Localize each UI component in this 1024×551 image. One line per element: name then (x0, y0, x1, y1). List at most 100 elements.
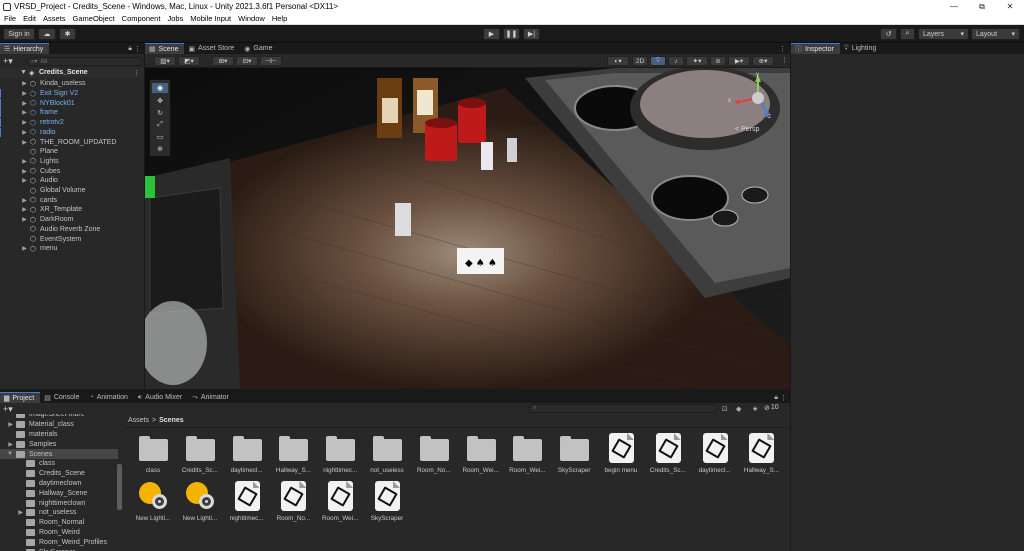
scene-asset[interactable]: Credits_Sc... (646, 433, 690, 474)
folder-asset[interactable]: class (131, 433, 175, 474)
tab-inspector[interactable]: ⓘ Inspector (791, 43, 840, 54)
project-tree-item[interactable]: Hallway_Scene (0, 488, 118, 498)
scene-root-row[interactable]: ▼ ◈ Credits_Scene ⋮ (0, 68, 144, 78)
tab-game[interactable]: ◉ Game (240, 43, 278, 54)
hierarchy-item[interactable]: ▶ ⬡ THE_ROOM_UPDATED (0, 137, 116, 147)
tab-project[interactable]: ▆ Project (0, 392, 41, 403)
hierarchy-item[interactable]: ▶ ⬡ menu (0, 244, 57, 254)
scene-asset[interactable]: Room_Wei... (318, 481, 362, 522)
project-tree-item[interactable]: ▶ Samples (0, 439, 118, 449)
kebab-menu-icon[interactable]: ⋮ (780, 394, 787, 402)
project-tree-item[interactable]: ▶ not_useless (0, 508, 118, 518)
expand-arrow-icon[interactable]: ▶ (20, 100, 29, 107)
expand-arrow-icon[interactable]: ▶ (20, 119, 29, 126)
project-tree-item[interactable]: ▼ Scenes (0, 449, 118, 459)
audio-toggle-icon[interactable]: ♪ (668, 56, 684, 66)
expand-arrow-icon[interactable]: ▶ (20, 158, 29, 165)
project-tree-item[interactable]: Room_Weird (0, 528, 118, 538)
menu-mobile-input[interactable]: Mobile Input (190, 14, 231, 23)
layout-dropdown[interactable]: Layout ▾ (971, 28, 1020, 40)
folder-asset[interactable]: Room_Wei... (505, 433, 549, 474)
project-tree-item[interactable]: nighttimeclown (0, 498, 118, 508)
menu-file[interactable]: File (4, 14, 16, 23)
kebab-menu-icon[interactable]: ⋮ (779, 45, 786, 53)
scene-asset[interactable]: begin menu (599, 433, 643, 474)
tab-console[interactable]: ▤ Console (40, 392, 85, 403)
expand-arrow-icon[interactable]: ▶ (20, 206, 29, 213)
render-mode-icon[interactable]: ◐▾ (607, 56, 629, 66)
scene-orientation-gizmo[interactable]: y x z < Persp (725, 72, 787, 142)
cloud-icon[interactable]: ☁ (38, 28, 56, 40)
search-by-label-icon[interactable]: ◆ (736, 405, 741, 413)
effects-icon[interactable]: ✦▾ (686, 56, 708, 66)
hierarchy-item[interactable]: ▶ ⬡ retrotv2 (0, 118, 64, 128)
tab-audio-mixer[interactable]: 🔉︎ Audio Mixer (134, 392, 188, 403)
hierarchy-item[interactable]: ▶ ⬡ XR_Template (0, 205, 82, 215)
hierarchy-item[interactable]: ⬡ Plane (0, 147, 58, 157)
project-tree-item[interactable]: Credits_Scene (0, 469, 118, 479)
project-tree-item[interactable]: materials (0, 430, 118, 440)
sign-in-button[interactable]: Sign in (3, 28, 35, 40)
move-tool-icon[interactable]: ✥ (152, 96, 168, 106)
menu-assets[interactable]: Assets (43, 14, 66, 23)
snap-settings-icon[interactable]: ⊣⊢ (260, 56, 282, 66)
camera-settings-icon[interactable]: ▶▾ (728, 56, 750, 66)
favorite-star-icon[interactable]: ★ (752, 405, 758, 413)
lighting-asset[interactable]: New Lighti... (131, 481, 175, 522)
draw-mode-icon[interactable]: ▨▾ (154, 56, 176, 66)
tab-hierarchy[interactable]: ☰ Hierarchy (0, 43, 50, 54)
hierarchy-item[interactable]: ▶ ⬡ Kinda_useless (0, 79, 85, 89)
hierarchy-item[interactable]: ⬡ EventSystem (0, 234, 81, 244)
layers-dropdown[interactable]: Layers ▾ (918, 28, 969, 40)
expand-arrow-icon[interactable]: ▶ (0, 421, 16, 428)
step-button[interactable]: ▶| (523, 28, 540, 40)
expand-arrow-icon[interactable]: ▶ (20, 245, 29, 252)
folder-asset[interactable]: not_useless (365, 433, 409, 474)
search-by-type-icon[interactable]: ⊡ (722, 405, 728, 413)
tab-lighting[interactable]: 💡︎ Lighting (840, 43, 882, 54)
search-icon[interactable]: ⌕ (900, 28, 915, 40)
folder-asset[interactable]: Credits_Sc... (178, 433, 222, 474)
scene-asset[interactable]: nighttimec... (225, 481, 269, 522)
persp-toggle[interactable]: < Persp (735, 126, 759, 133)
menu-component[interactable]: Component (122, 14, 161, 23)
undo-history-icon[interactable]: ↺ (880, 28, 897, 40)
kebab-menu-icon[interactable]: ⋮ (134, 45, 141, 53)
hierarchy-item[interactable]: ▶ ⬡ NYBlock01 (0, 98, 75, 108)
hierarchy-item[interactable]: ▶ ⬡ Lights (0, 157, 59, 167)
scene-asset[interactable]: daytimecl... (693, 433, 737, 474)
hierarchy-item[interactable]: ▶ ⬡ frame (0, 108, 58, 118)
lighting-asset[interactable]: New Lighti... (178, 481, 222, 522)
lock-icon[interactable]: 🔒︎ (774, 394, 778, 402)
expand-arrow-icon[interactable]: ▶ (20, 168, 29, 175)
hierarchy-item[interactable]: ▶ ⬡ cards (0, 195, 57, 205)
menu-help[interactable]: Help (272, 14, 287, 23)
2d-toggle[interactable]: 2D (632, 56, 648, 66)
maximize-button[interactable]: ⧉ (968, 0, 996, 13)
folder-asset[interactable]: Hallway_S... (271, 433, 315, 474)
hierarchy-item[interactable]: ▶ ⬡ DarkRoom (0, 215, 73, 225)
kebab-menu-icon[interactable]: ⋮ (133, 69, 140, 77)
expand-arrow-icon[interactable]: ▼ (20, 69, 27, 76)
rect-tool-icon[interactable]: ▭ (152, 132, 168, 142)
folder-asset[interactable]: nighttimec... (318, 433, 362, 474)
menu-jobs[interactable]: Jobs (167, 14, 183, 23)
expand-arrow-icon[interactable]: ▶ (20, 216, 29, 223)
project-tree-item[interactable]: ▶ Material_class (0, 420, 118, 430)
expand-arrow-icon[interactable]: ▶ (20, 90, 29, 97)
pause-button[interactable]: ❚❚ (503, 28, 520, 40)
expand-arrow-icon[interactable]: ▶ (20, 139, 29, 146)
tree-scrollbar[interactable] (117, 464, 122, 510)
play-button[interactable]: ▶ (483, 28, 500, 40)
folder-asset[interactable]: Room_Wei... (459, 433, 503, 474)
expand-arrow-icon[interactable]: ▶ (20, 129, 29, 136)
project-tree-item[interactable]: Room_Weird_Profiles (0, 537, 118, 547)
lighting-toggle-icon[interactable]: 💡︎ (650, 56, 666, 66)
kebab-menu-icon[interactable]: ⋮ (781, 56, 788, 64)
hierarchy-item[interactable]: ▶ ⬡ Exit Sign V2 (0, 89, 78, 99)
gizmos-icon[interactable]: ⊕▾ (752, 56, 774, 66)
hidden-packages-toggle[interactable]: ⊘ 10 (764, 404, 779, 412)
lock-icon[interactable]: 🔒︎ (128, 45, 132, 53)
folder-asset[interactable]: daytimecl... (225, 433, 269, 474)
project-tree-item[interactable]: SkyScraper (0, 547, 118, 551)
